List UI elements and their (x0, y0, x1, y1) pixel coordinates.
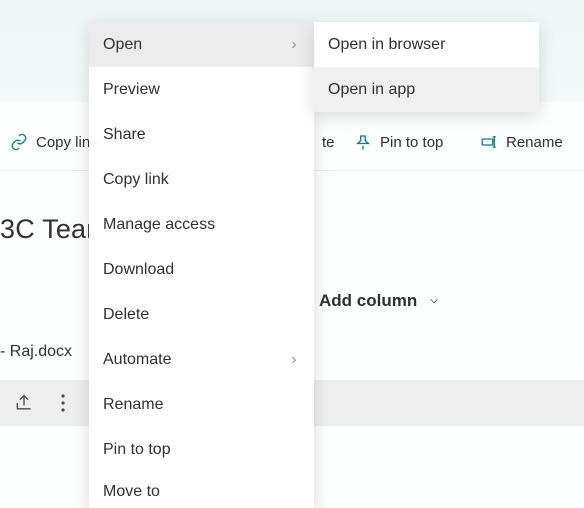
menu-preview-label: Preview (103, 81, 160, 99)
context-menu: Open Preview Share Copy link Manage acce… (89, 22, 314, 508)
menu-delete-label: Delete (103, 306, 149, 324)
submenu-open-in-browser[interactable]: Open in browser (314, 22, 539, 67)
menu-pin-to-top-label: Pin to top (103, 441, 171, 459)
pin-to-top-label: Pin to top (380, 134, 443, 151)
rename-label: Rename (506, 134, 563, 151)
submenu-open-in-browser-label: Open in browser (328, 36, 445, 54)
link-icon (10, 133, 28, 151)
pin-to-top-command[interactable]: Pin to top (344, 133, 453, 151)
menu-download[interactable]: Download (89, 247, 314, 292)
menu-rename-label: Rename (103, 396, 163, 414)
menu-move-to[interactable]: Move to (89, 472, 314, 508)
menu-download-label: Download (103, 261, 174, 279)
menu-preview[interactable]: Preview (89, 67, 314, 112)
menu-copy-link-label: Copy link (103, 171, 169, 189)
chevron-down-icon (427, 294, 441, 308)
copy-link-label: Copy lin (36, 134, 90, 151)
chevron-right-icon (288, 354, 300, 366)
pin-icon (354, 133, 372, 151)
more-actions-icon[interactable] (60, 393, 66, 413)
menu-move-to-label: Move to (103, 483, 160, 501)
open-submenu: Open in browser Open in app (314, 22, 539, 112)
menu-pin-to-top[interactable]: Pin to top (89, 427, 314, 472)
rename-icon (480, 133, 498, 151)
submenu-open-in-app[interactable]: Open in app (314, 67, 539, 112)
menu-manage-access-label: Manage access (103, 216, 215, 234)
submenu-open-in-app-label: Open in app (328, 81, 415, 99)
menu-open-label: Open (103, 36, 142, 54)
menu-delete[interactable]: Delete (89, 292, 314, 337)
menu-manage-access[interactable]: Manage access (89, 202, 314, 247)
file-name[interactable]: - Raj.docx (0, 343, 72, 361)
menu-copy-link[interactable]: Copy link (89, 157, 314, 202)
menu-share-label: Share (103, 126, 146, 144)
delete-command-fragment[interactable]: te (312, 134, 345, 151)
add-column-header[interactable]: Add column (319, 291, 441, 311)
chevron-right-icon (288, 39, 300, 51)
menu-open[interactable]: Open (89, 22, 314, 67)
menu-automate[interactable]: Automate (89, 337, 314, 382)
share-icon[interactable] (14, 393, 34, 413)
rename-command[interactable]: Rename (470, 133, 573, 151)
menu-automate-label: Automate (103, 351, 171, 369)
menu-share[interactable]: Share (89, 112, 314, 157)
menu-rename[interactable]: Rename (89, 382, 314, 427)
app-canvas: Copy lin te Pin to top Rename (0, 0, 584, 508)
delete-label-fragment: te (322, 134, 335, 151)
add-column-label: Add column (319, 291, 417, 311)
copy-link-command[interactable]: Copy lin (0, 133, 100, 151)
